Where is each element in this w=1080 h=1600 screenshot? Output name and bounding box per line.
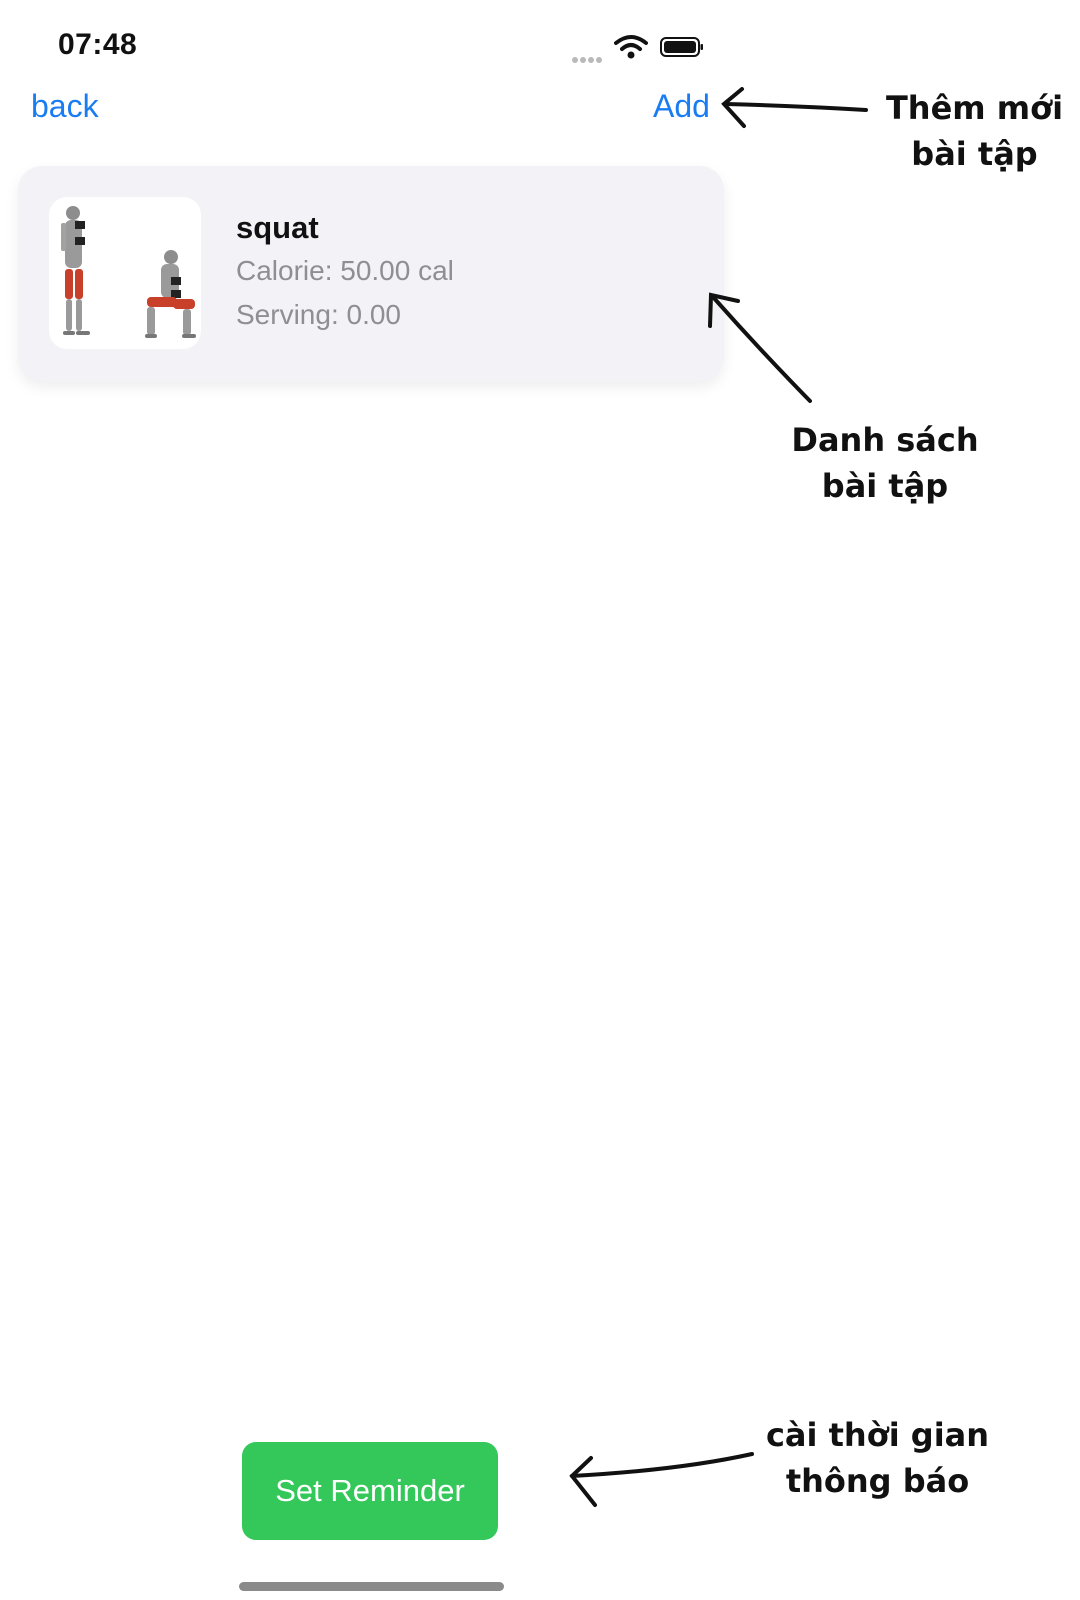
- annotation-add-line1: Thêm mới: [885, 89, 1064, 127]
- annotation-add-line2: bài tập: [911, 135, 1038, 173]
- annotation-reminder-line2: thông báo: [785, 1462, 970, 1500]
- annotation-reminder-line1: cài thời gian: [765, 1416, 990, 1454]
- annotation-reminder: cài thời gian thông báo: [760, 1412, 995, 1504]
- annotation-add: Thêm mới bài tập: [872, 85, 1077, 177]
- arrow-to-list-icon: [708, 292, 812, 403]
- annotation-list: Danh sách bài tập: [775, 417, 995, 509]
- annotation-list-line2: bài tập: [821, 467, 949, 505]
- arrow-to-add-icon: [721, 87, 868, 128]
- annotation-arrows: [569, 87, 868, 1507]
- annotation-list-line1: Danh sách: [791, 421, 979, 459]
- arrow-to-reminder-icon: [569, 1452, 754, 1507]
